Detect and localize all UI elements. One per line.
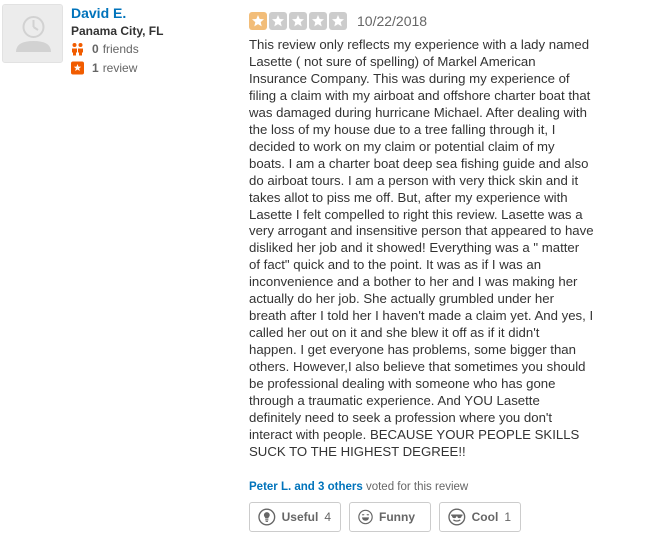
- funny-face-icon: [358, 509, 373, 525]
- useful-button[interactable]: Useful 4: [249, 502, 341, 532]
- voters-link[interactable]: Peter L. and 3 others: [249, 481, 363, 493]
- star-empty-icon: [269, 12, 287, 30]
- review-star-badge-icon: [71, 61, 84, 75]
- friends-label: friends: [102, 42, 139, 56]
- user-name-link[interactable]: David E.: [71, 5, 126, 21]
- cool-label: Cool: [471, 510, 499, 524]
- reviews-label: review: [102, 61, 138, 75]
- cool-button[interactable]: Cool 1: [439, 502, 521, 532]
- cool-count: 1: [504, 510, 511, 524]
- review-date: 10/22/2018: [357, 13, 428, 29]
- friends-count: 0 friends: [71, 42, 139, 56]
- star-filled-icon: [249, 12, 267, 30]
- useful-label: Useful: [281, 510, 319, 524]
- reviews-number: 1: [92, 61, 99, 75]
- voted-suffix: voted for this review: [362, 481, 469, 493]
- review-text: This review only reflects my experience …: [249, 37, 594, 459]
- star-empty-icon: [289, 12, 307, 30]
- star-rating: [249, 12, 347, 30]
- review-item: David E. Panama City, FL 0 friends 1 rev…: [0, 0, 649, 538]
- star-empty-icon: [309, 12, 327, 30]
- friends-icon: [72, 43, 83, 56]
- sunglasses-face-icon: [448, 508, 466, 526]
- funny-label: Funny: [379, 510, 415, 524]
- vote-buttons: Useful 4 Funny Cool 1: [249, 502, 521, 532]
- reviews-count: 1 review: [71, 61, 137, 75]
- star-empty-icon: [329, 12, 347, 30]
- funny-button[interactable]: Funny: [349, 502, 431, 532]
- lightbulb-icon: [258, 508, 276, 526]
- useful-count: 4: [324, 510, 331, 524]
- user-avatar[interactable]: [2, 4, 63, 63]
- default-avatar-icon: [3, 5, 62, 62]
- user-location: Panama City, FL: [71, 24, 164, 38]
- voted-summary: Peter L. and 3 others voted for this rev…: [249, 481, 468, 493]
- friends-number: 0: [92, 42, 99, 56]
